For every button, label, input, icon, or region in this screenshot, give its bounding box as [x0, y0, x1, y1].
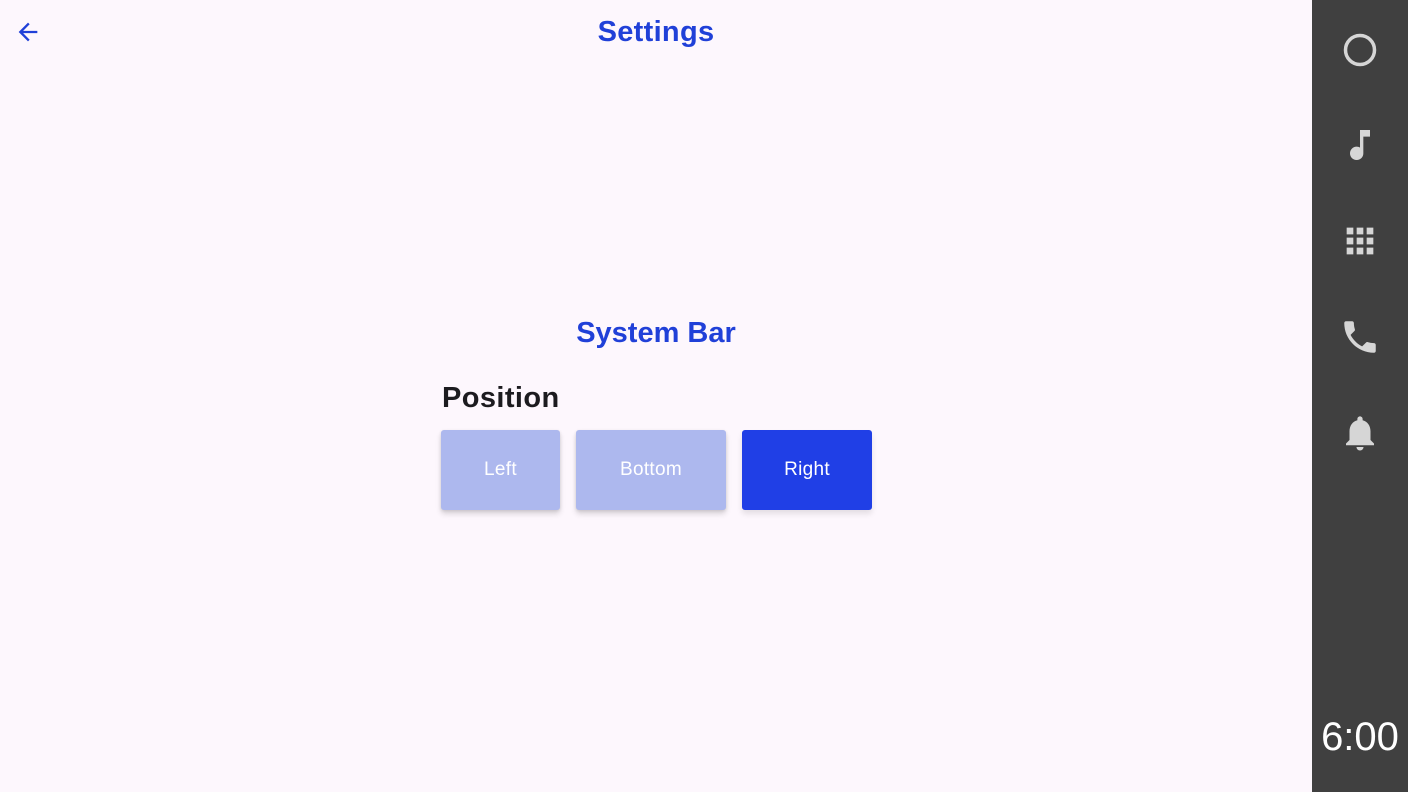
phone-icon [1344, 321, 1376, 353]
position-left-button[interactable]: Left [441, 430, 560, 510]
music-note-icon [1350, 130, 1370, 160]
position-right-button[interactable]: Right [742, 430, 872, 510]
page-title: Settings [597, 16, 715, 48]
position-label: Position [442, 382, 560, 414]
phone-button[interactable] [1336, 313, 1384, 361]
music-button[interactable] [1336, 121, 1384, 169]
apps-grid-icon [1346, 227, 1374, 255]
notifications-button[interactable] [1336, 409, 1384, 457]
apps-button[interactable] [1336, 217, 1384, 265]
settings-screen: Settings System Bar Position Left Bottom… [0, 0, 1312, 792]
notification-bell-icon [1346, 416, 1374, 451]
section-title: System Bar [576, 317, 736, 349]
home-circle-icon [1343, 33, 1377, 67]
home-button[interactable] [1336, 26, 1384, 74]
clock: 6:00 [1321, 715, 1399, 759]
position-bottom-button[interactable]: Bottom [576, 430, 726, 510]
system-bar: 6:00 [1312, 0, 1408, 792]
